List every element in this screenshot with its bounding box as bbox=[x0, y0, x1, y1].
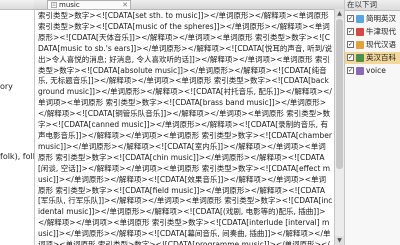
dictionary-panel: 在以下词 ✓ 简明英汉 ✓ 牛津现代 ✓ 现代汉语 ✓ 英汉百科 ✓ voice bbox=[344, 0, 400, 245]
dictionary-label: 英汉百科 bbox=[366, 53, 396, 62]
close-icon[interactable]: ✕ bbox=[122, 1, 128, 9]
dictionary-label: 简明英汉 bbox=[366, 14, 396, 23]
dictionary-icon bbox=[356, 15, 364, 23]
left-sidebar-header bbox=[0, 0, 34, 10]
scroll-up-icon[interactable]: ▲ bbox=[335, 9, 344, 18]
dictionary-item[interactable]: ✓ 简明英汉 bbox=[345, 13, 400, 25]
dictionary-icon bbox=[356, 41, 364, 49]
checkbox[interactable]: ✓ bbox=[347, 41, 354, 48]
left-sidebar: ory folk), folk-s bbox=[0, 0, 35, 245]
dictionary-label: voice bbox=[366, 66, 386, 75]
dictionary-item[interactable]: ✓ 现代汉语 bbox=[345, 39, 400, 51]
sidebar-text-fragment: ory bbox=[0, 82, 13, 91]
dictionary-item[interactable]: ✓ voice bbox=[345, 65, 400, 77]
xml-source-text[interactable]: 索引类型>数字><![CDATA[set sth. to music]]></单… bbox=[38, 11, 333, 245]
checkbox[interactable]: ✓ bbox=[347, 54, 354, 61]
scrollbar-thumb[interactable] bbox=[336, 19, 343, 169]
document-icon bbox=[51, 2, 57, 8]
dictionary-icon bbox=[356, 67, 364, 75]
dictionary-icon bbox=[356, 54, 364, 62]
tab-bar: music ✕ bbox=[34, 0, 344, 10]
dictionary-label: 现代汉语 bbox=[366, 40, 396, 49]
checkbox[interactable]: ✓ bbox=[347, 15, 354, 22]
dictionary-icon bbox=[356, 28, 364, 36]
dictionary-item[interactable]: ✓ 牛津现代 bbox=[345, 26, 400, 38]
sidebar-text-fragment: folk), folk-s bbox=[0, 152, 34, 161]
checkbox[interactable]: ✓ bbox=[347, 28, 354, 35]
dictionary-label: 牛津现代 bbox=[366, 27, 396, 36]
tab-music[interactable]: music ✕ bbox=[47, 0, 131, 9]
vertical-scrollbar[interactable]: ▲ ▼ bbox=[334, 9, 344, 245]
tab-label: music bbox=[59, 1, 80, 9]
checkbox[interactable]: ✓ bbox=[347, 67, 354, 74]
scroll-down-icon[interactable]: ▼ bbox=[335, 236, 344, 245]
dictionary-panel-header: 在以下词 bbox=[345, 0, 400, 11]
dictionary-item-selected[interactable]: ✓ 英汉百科 bbox=[345, 52, 400, 64]
